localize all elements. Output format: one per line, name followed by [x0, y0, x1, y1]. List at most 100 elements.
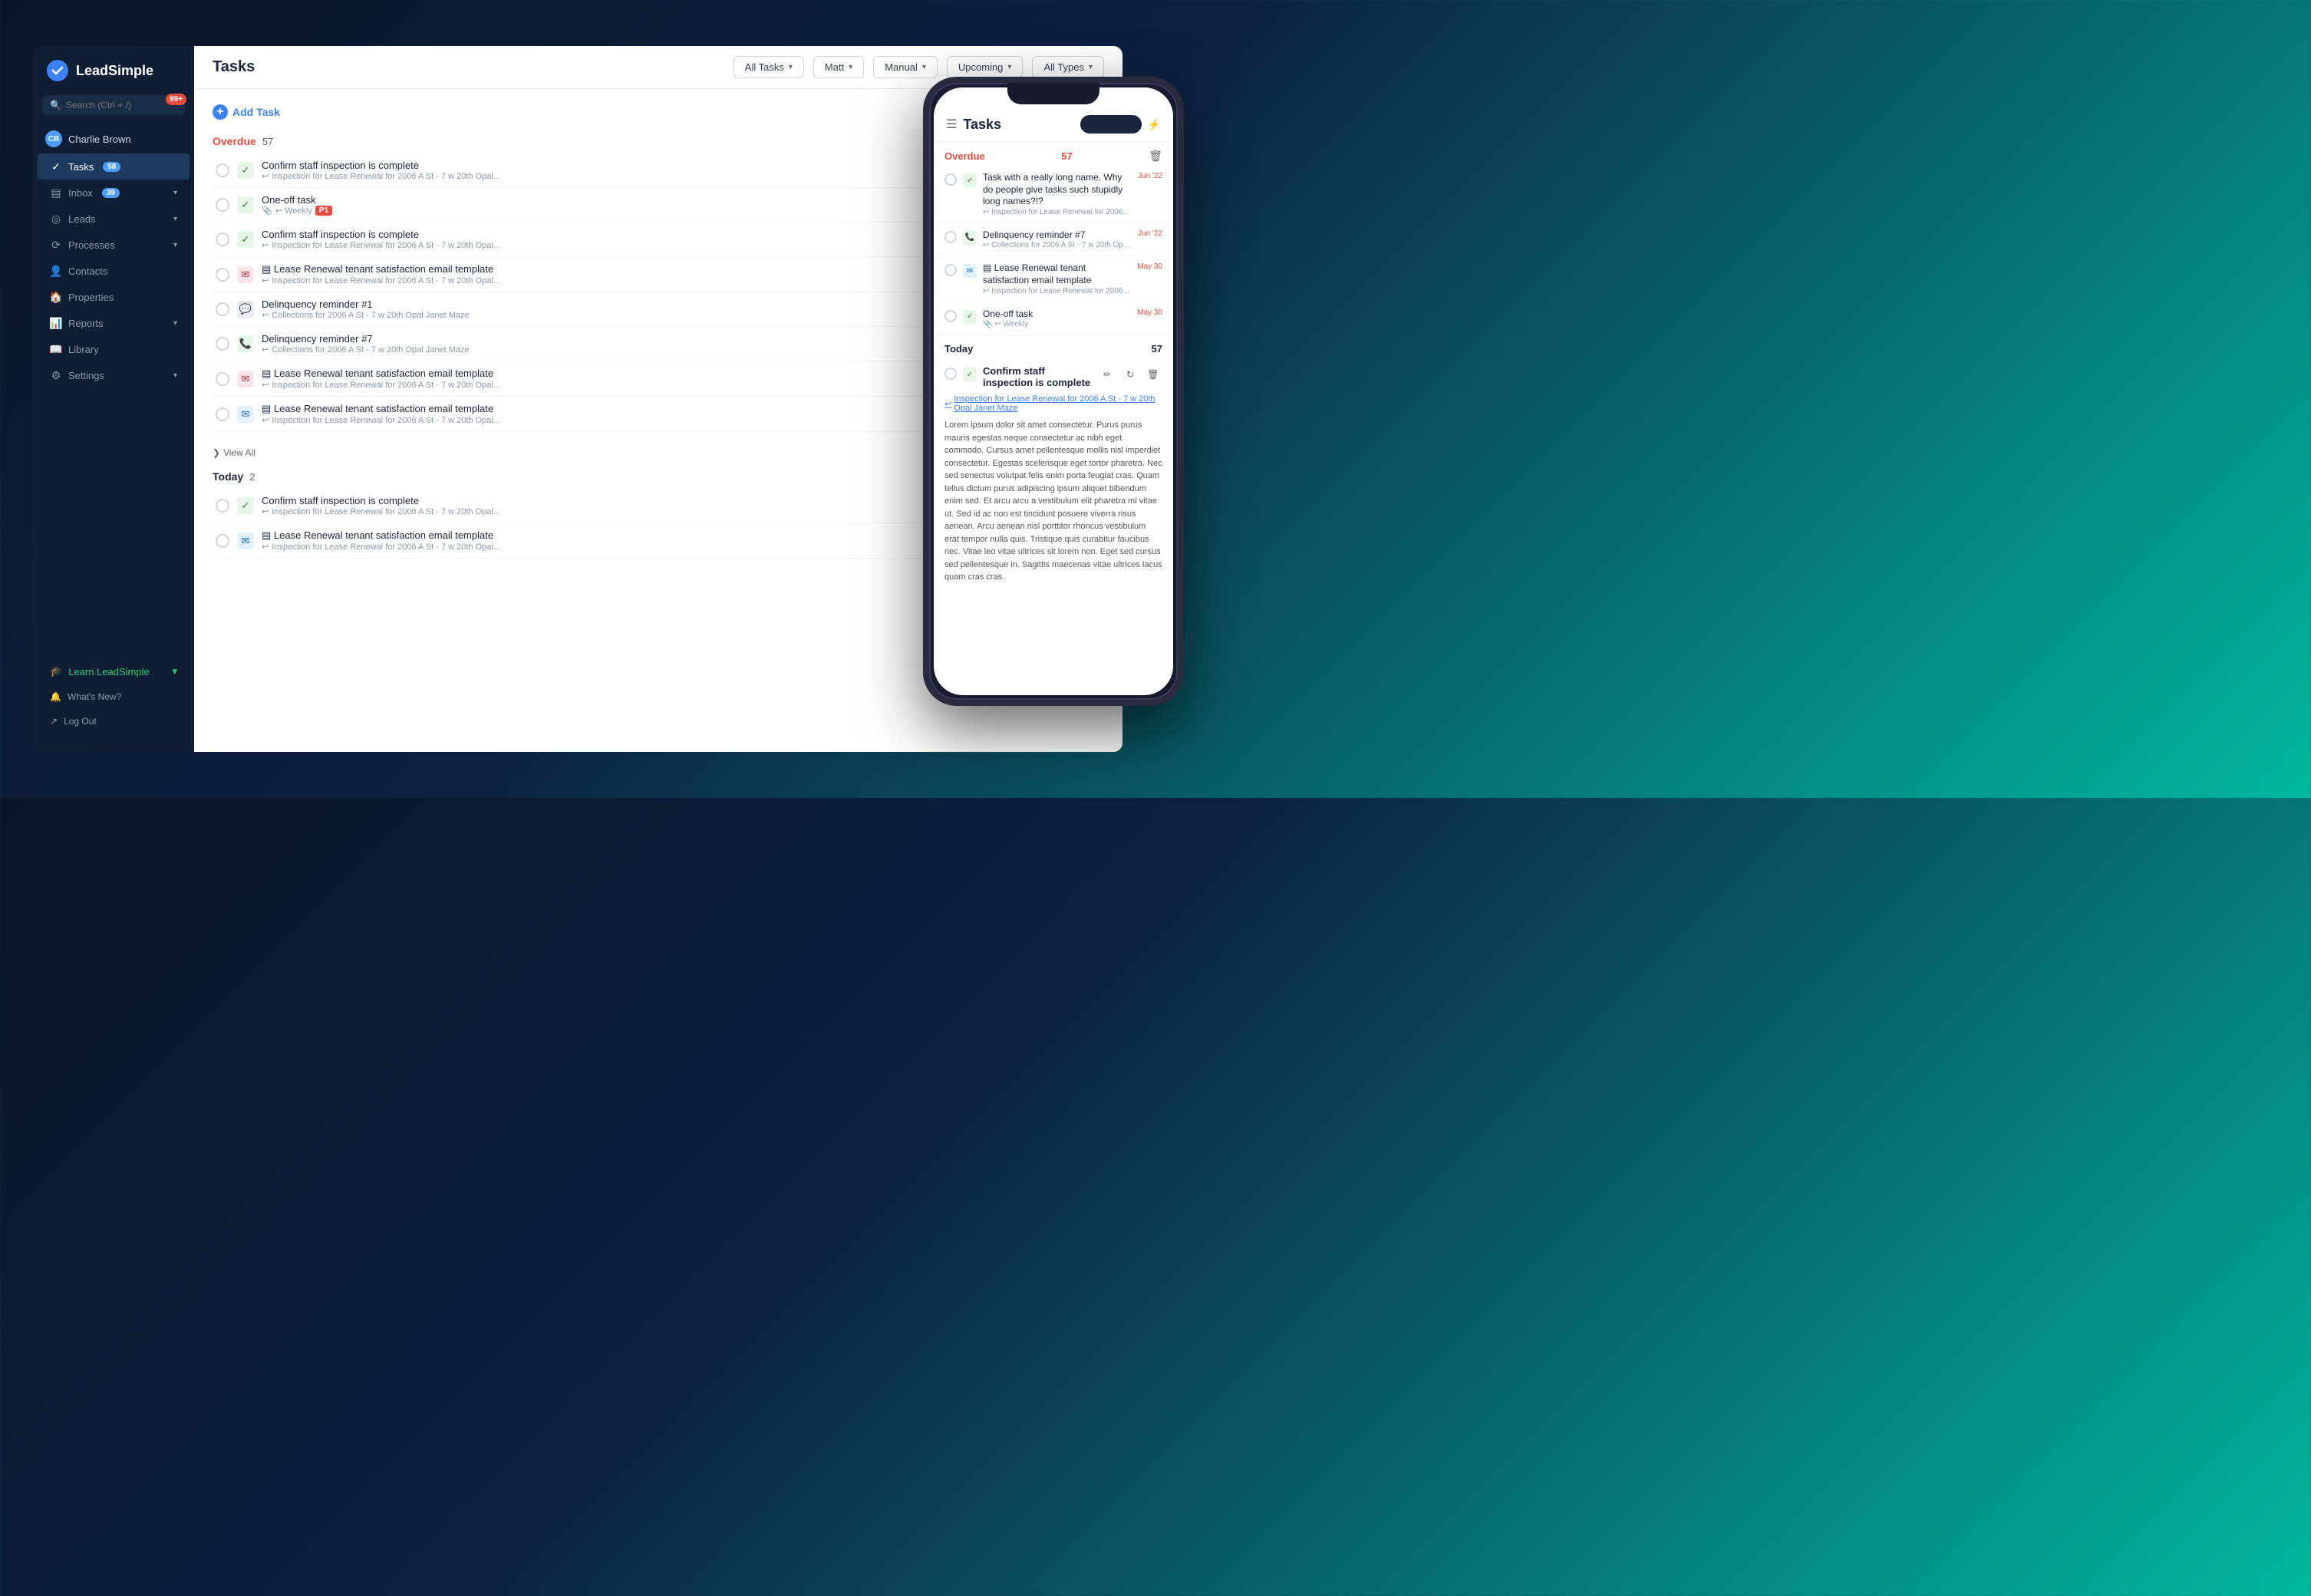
logo-icon [45, 58, 70, 83]
phone-task-info: Task with a really long name. Why do peo… [983, 172, 1132, 216]
filter-all-types[interactable]: All Types ▾ [1032, 56, 1104, 78]
filter-matt[interactable]: Matt ▾ [813, 56, 864, 78]
today-count: 2 [249, 471, 255, 483]
phone-task-name: ▤ Lease Renewal tenant satisfaction emai… [983, 262, 1131, 286]
chevron-down-icon: ▾ [789, 63, 793, 71]
user-profile[interactable]: CB Charlie Brown [33, 124, 194, 153]
task-checkbox[interactable] [216, 534, 229, 548]
trash-icon[interactable]: 🗑 [1149, 150, 1162, 163]
today-title: Today [213, 470, 243, 483]
phone-overdue-header: Overdue 57 🗑 [934, 142, 1173, 166]
edit-icon[interactable]: ✏ [1098, 365, 1116, 384]
phone-task-name: Delinquency reminder #7 [983, 229, 1132, 242]
search-icon: 🔍 [50, 100, 61, 110]
chevron-right-icon: ❯ [213, 447, 220, 458]
task-type-phone-icon: 📞 [237, 335, 254, 352]
sidebar-bottom: 🎓 Learn LeadSimple ▾ 🔔 What's New? ↗ Log… [33, 652, 194, 740]
phone-task-link[interactable]: ↩ Inspection for Lease Renewal for 2006 … [945, 394, 1162, 413]
task-type-email-icon: ✉ [237, 266, 254, 283]
task-type-email-red-icon: ✉ [237, 371, 254, 387]
sidebar-item-contacts[interactable]: 👤 Contacts [38, 258, 190, 284]
phone-task-checkbox[interactable] [945, 264, 957, 276]
phone-overdue-count: 57 [1061, 150, 1072, 162]
hamburger-icon[interactable]: ☰ [946, 117, 957, 132]
trash-icon[interactable]: 🗑 [1144, 365, 1162, 384]
sidebar-item-inbox[interactable]: ▤ Inbox 39 ▾ [38, 180, 190, 206]
page-title: Tasks [213, 58, 724, 76]
phone-task-checkbox[interactable] [945, 368, 957, 380]
phone-task-checkbox[interactable] [945, 231, 957, 243]
notification-badge[interactable]: 99+ [166, 94, 186, 105]
logout-icon: ↗ [50, 716, 58, 727]
task-type-check-icon: ✓ [237, 231, 254, 248]
task-checkbox[interactable] [216, 337, 229, 351]
chevron-down-icon: ▾ [173, 189, 177, 197]
search-bar[interactable]: 🔍 99+ [42, 95, 185, 115]
phone-lorem-text: Lorem ipsum dolor sit amet consectetur. … [945, 419, 1162, 584]
filter-upcoming[interactable]: Upcoming ▾ [947, 56, 1024, 78]
sidebar-item-leads[interactable]: ◎ Leads ▾ [38, 206, 190, 232]
phone-task-sub: ↩ Inspection for Lease Renewal for 2006 … [983, 287, 1131, 295]
task-checkbox[interactable] [216, 372, 229, 386]
phone-expanded-task-name: Confirm staff inspection is complete [983, 365, 1092, 388]
phone-expanded-check-icon: ✓ [963, 368, 977, 381]
task-checkbox[interactable] [216, 163, 229, 177]
tasks-badge: 58 [103, 162, 120, 172]
filter-icon[interactable]: ⚡ [1148, 118, 1161, 131]
phone-task-row[interactable]: 📞 Delinquency reminder #7 ↩ Collections … [934, 223, 1173, 257]
filter-all-tasks[interactable]: All Tasks ▾ [734, 56, 804, 78]
task-checkbox[interactable] [216, 232, 229, 246]
add-icon: + [213, 104, 228, 120]
task-type-check-icon: ✓ [237, 497, 254, 514]
chevron-down-icon: ▾ [172, 665, 177, 678]
leads-icon: ◎ [50, 213, 62, 225]
task-checkbox[interactable] [216, 499, 229, 513]
sidebar: LeadSimple 🔍 99+ CB Charlie Brown ✓ Task… [33, 46, 194, 752]
phone-task-name: One-off task [983, 308, 1131, 321]
phone-task-row[interactable]: ✓ Task with a really long name. Why do p… [934, 166, 1173, 223]
sidebar-item-processes[interactable]: ⟳ Processes ▾ [38, 232, 190, 258]
chevron-down-icon: ▾ [1089, 63, 1093, 71]
tasks-icon: ✓ [50, 160, 62, 173]
chevron-down-icon: ▾ [922, 63, 926, 71]
sidebar-item-settings[interactable]: ⚙ Settings ▾ [38, 362, 190, 388]
sidebar-item-label: Settings [68, 370, 104, 381]
sidebar-item-label: What's New? [68, 691, 121, 702]
phone-task-date: Jun '22 [1138, 229, 1162, 238]
sidebar-item-logout[interactable]: ↗ Log Out [38, 709, 190, 734]
task-type-check-icon: ✓ [237, 162, 254, 179]
refresh-icon[interactable]: ↻ [1121, 365, 1139, 384]
phone-expanded-task-header: ✓ Confirm staff inspection is complete ✏… [945, 365, 1162, 388]
avatar: CB [45, 130, 62, 147]
phone-task-sub: 📎 ↩ Weekly [983, 320, 1131, 328]
properties-icon: 🏠 [50, 291, 62, 303]
phone-notch [1007, 83, 1099, 104]
sidebar-item-library[interactable]: 📖 Library [38, 336, 190, 362]
sidebar-item-label: Tasks [68, 161, 94, 173]
phone-task-phone-icon: 📞 [963, 231, 977, 245]
sidebar-item-properties[interactable]: 🏠 Properties [38, 284, 190, 310]
phone-task-info: ▤ Lease Renewal tenant satisfaction emai… [983, 262, 1131, 295]
phone-title-bar [1080, 115, 1142, 134]
phone-task-row[interactable]: ✓ One-off task 📎 ↩ Weekly May 30 [934, 302, 1173, 336]
phone-today-header: Today 57 [934, 335, 1173, 358]
phone-task-checkbox[interactable] [945, 173, 957, 186]
sidebar-item-tasks[interactable]: ✓ Tasks 58 [38, 153, 190, 180]
phone-task-info: One-off task 📎 ↩ Weekly [983, 308, 1131, 329]
phone-body: Overdue 57 🗑 ✓ Task with a really long n… [934, 142, 1173, 695]
learn-label: Learn LeadSimple [68, 666, 150, 678]
sidebar-item-learn[interactable]: 🎓 Learn LeadSimple ▾ [38, 658, 190, 684]
task-checkbox[interactable] [216, 302, 229, 316]
task-checkbox[interactable] [216, 198, 229, 212]
sidebar-item-reports[interactable]: 📊 Reports ▾ [38, 310, 190, 336]
inbox-icon: ▤ [50, 186, 62, 199]
task-checkbox[interactable] [216, 268, 229, 282]
phone-task-date: May 30 [1137, 262, 1162, 271]
phone-task-checkbox[interactable] [945, 310, 957, 322]
task-checkbox[interactable] [216, 407, 229, 421]
chevron-down-icon: ▾ [173, 241, 177, 249]
sidebar-item-whats-new[interactable]: 🔔 What's New? [38, 684, 190, 709]
phone-task-row[interactable]: ✉ ▤ Lease Renewal tenant satisfaction em… [934, 256, 1173, 302]
chevron-down-icon: ▾ [849, 63, 852, 71]
filter-manual[interactable]: Manual ▾ [873, 56, 938, 78]
